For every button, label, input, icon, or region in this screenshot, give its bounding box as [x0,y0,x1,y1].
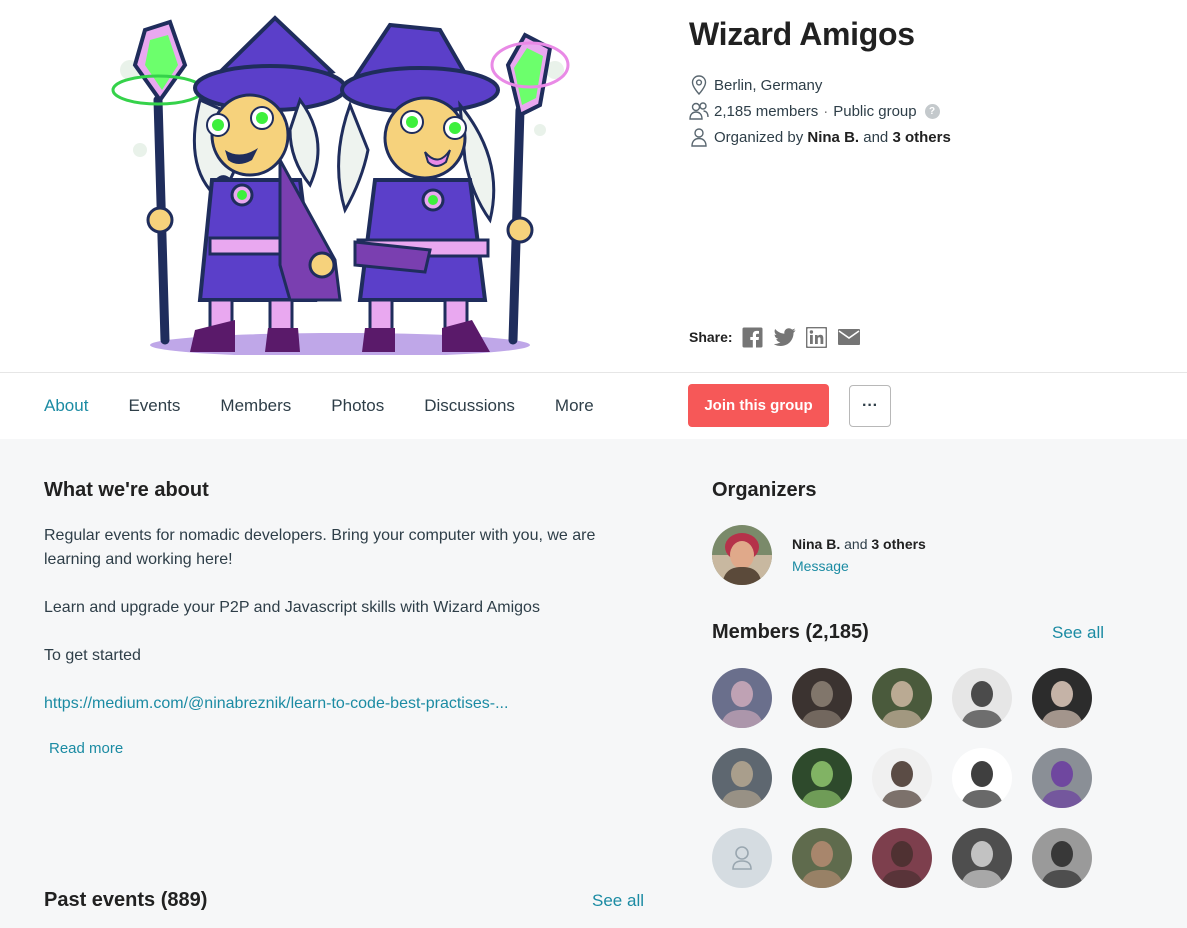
organizer-details: Nina B. and 3 others Message [792,536,926,574]
member-avatar[interactable] [712,748,772,808]
member-avatar[interactable] [712,668,772,728]
organized-by-label: Organized by [714,128,804,146]
member-avatar[interactable] [1032,748,1092,808]
more-options-button[interactable]: ··· [849,385,891,427]
message-organizer-link[interactable]: Message [792,558,926,574]
past-events-see-all-link[interactable]: See all [592,891,644,911]
past-events-header: Past events (889) See all [44,889,644,912]
members-see-all-link[interactable]: See all [1052,623,1104,643]
member-avatar[interactable] [872,668,932,728]
group-content: What we're about Regular events for noma… [0,439,1187,928]
members-icon [689,101,709,121]
about-link[interactable]: https://medium.com/@ninabreznik/learn-to… [44,695,508,712]
member-avatar[interactable] [872,828,932,888]
member-avatar[interactable] [792,828,852,888]
tab-events[interactable]: Events [128,396,180,416]
member-avatar[interactable] [1032,668,1092,728]
members-count-text[interactable]: 2,185 members [714,103,818,120]
member-avatar[interactable] [792,748,852,808]
twitter-icon[interactable] [773,326,796,348]
email-icon[interactable] [837,326,860,348]
organizer-names: Nina B. and 3 others [792,536,926,552]
group-info: Wizard Amigos Berlin, Germany 2,185 memb… [689,14,1169,150]
group-nav-bar: About Events Members Photos Discussions … [0,372,1187,439]
read-more-link[interactable]: Read more [49,740,123,757]
member-avatar[interactable] [952,748,1012,808]
location-text: Berlin, Germany [714,76,823,94]
dot-separator: · [823,102,829,120]
default-avatar-icon[interactable] [712,828,772,888]
members-avatar-grid [712,668,1104,888]
organizers-heading: Organizers [712,479,817,501]
linkedin-icon[interactable] [806,326,828,348]
group-visibility-text: Public group [833,102,917,120]
past-events-heading: Past events (889) [44,889,208,911]
tab-photos[interactable]: Photos [331,396,384,416]
group-organizers-info: Organized by Nina B. and 3 others [689,124,1169,150]
organizer-card: Nina B. and 3 others Message [712,525,1104,585]
about-heading: What we're about [44,479,209,501]
about-paragraph: Regular events for nomadic developers. B… [44,527,596,568]
tab-more[interactable]: More [555,396,594,416]
help-icon[interactable]: ? [924,103,940,119]
about-paragraph: To get started [44,647,141,664]
member-avatar[interactable] [952,828,1012,888]
person-icon [689,127,709,147]
location-pin-icon [689,75,709,95]
tab-about[interactable]: About [44,396,88,416]
organizer-name[interactable]: Nina B. [807,129,859,146]
group-meta: Berlin, Germany 2,185 members · Public g… [689,72,1169,150]
tab-members[interactable]: Members [220,396,291,416]
sidebar: Organizers Nina B. and 3 others Message [712,479,1104,888]
join-group-button[interactable]: Join this group [688,384,829,427]
organizer-name[interactable]: Nina B. [792,536,840,552]
organizer-others[interactable]: 3 others [871,536,925,552]
group-location: Berlin, Germany [689,72,1169,98]
organizer-others[interactable]: 3 others [892,129,950,146]
members-heading: Members (2,185) [712,621,869,643]
ellipsis-icon: ··· [862,397,878,414]
group-members-info: 2,185 members · Public group ? [689,98,1169,124]
group-tabs: About Events Members Photos Discussions … [44,373,634,439]
member-avatar[interactable] [792,668,852,728]
member-avatar[interactable] [952,668,1012,728]
share-label: Share: [689,329,733,345]
facebook-icon[interactable] [742,326,764,348]
about-description: Regular events for nomadic developers. B… [44,524,654,716]
organizer-avatar[interactable] [712,525,772,585]
group-header: Wizard Amigos Berlin, Germany 2,185 memb… [0,0,1187,372]
about-section: What we're about Regular events for noma… [44,479,654,758]
tab-discussions[interactable]: Discussions [424,396,515,416]
member-avatar[interactable] [872,748,932,808]
share-bar: Share: [689,326,870,348]
member-avatar[interactable] [1032,828,1092,888]
group-title: Wizard Amigos [689,16,915,52]
members-header: Members (2,185) See all [712,621,1104,644]
organizer-and-label: and [863,128,889,146]
organizer-and-label: and [844,536,868,552]
group-banner-illustration [100,10,580,357]
about-paragraph: Learn and upgrade your P2P and Javascrip… [44,599,540,616]
